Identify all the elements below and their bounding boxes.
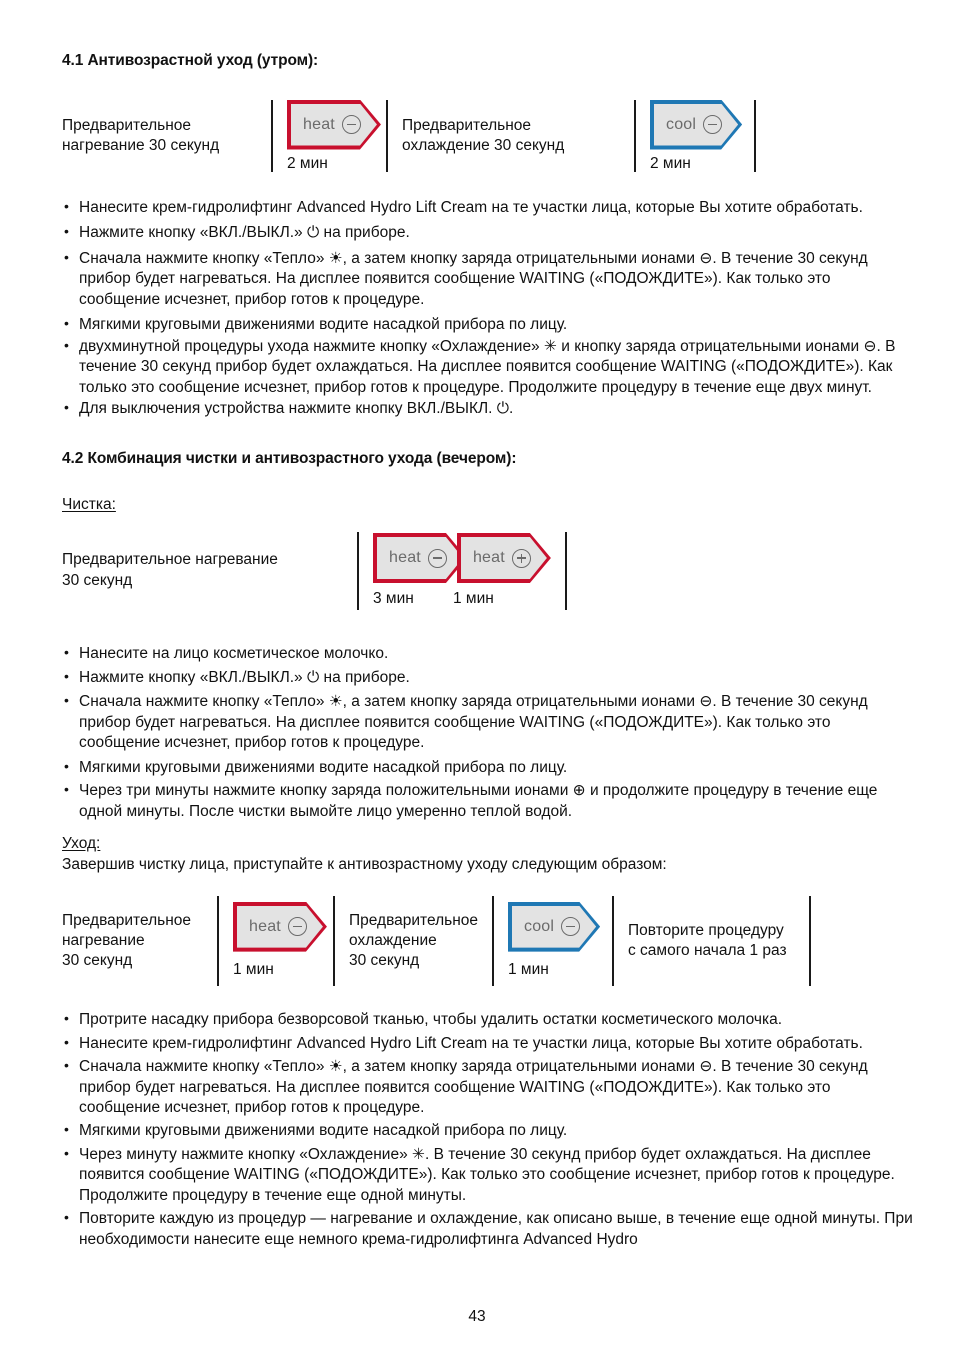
diagram-column-text: Предварительное охлаждение 30 секунд — [388, 100, 636, 172]
list-item: Сначала нажмите кнопку «Тепло» ☀, а зате… — [62, 691, 914, 753]
badge-label: cool — [666, 115, 697, 133]
negative-ion-icon — [703, 115, 722, 134]
list-item: Для выключения устройства нажмите кнопку… — [62, 398, 914, 419]
list-item: Протрите насадку прибора безворсовой тка… — [62, 1009, 914, 1030]
diagram-evening-care: Предварительное нагревание 30 секунд hea… — [62, 896, 914, 987]
section-4-2-title: 4.2 Комбинация чистки и антивозрастного … — [62, 449, 517, 467]
list-item: Повторите каждую из процедур — нагревани… — [62, 1208, 914, 1250]
list-item: Через минуту нажмите кнопку «Охлаждение»… — [62, 1144, 914, 1206]
bullet-list-morning: Нанесите крем-гидролифтинг Advanced Hydr… — [62, 197, 914, 420]
diagram-text-line: Предварительное — [62, 911, 191, 929]
badge-label: cool — [524, 917, 555, 935]
care-subheading: Уход: — [62, 835, 101, 853]
list-item: Нажмите кнопку «ВКЛ./ВЫКЛ.» ⏻ на приборе… — [62, 222, 914, 243]
page-number: 43 — [468, 1308, 486, 1325]
diagram-text-line: Повторите процедуру — [628, 922, 784, 940]
diagram-text-line: 30 секунд — [62, 952, 133, 970]
diagram-text-line: Предварительное нагревание — [62, 551, 278, 569]
cool-chevron-badge: cool — [650, 100, 742, 150]
negative-ion-icon — [288, 917, 307, 936]
list-item: Нанесите на лицо косметическое молочко. — [62, 643, 914, 664]
cool-chevron-badge: cool — [508, 902, 600, 952]
diagram-text-line: охлаждение — [349, 932, 437, 950]
list-item: Нанесите крем-гидролифтинг Advanced Hydr… — [62, 197, 914, 218]
diagram-column-text: Предварительное нагревание 30 секунд — [62, 896, 219, 987]
badge-duration: 2 мин — [650, 154, 691, 172]
diagram-text-line: 30 секунд — [349, 952, 420, 970]
diagram-text-line: охлаждение 30 секунд — [402, 137, 565, 154]
diagram-column-text: Предварительное нагревание 30 секунд — [62, 100, 273, 172]
list-item: Сначала нажмите кнопку «Тепло» ☀, а зате… — [62, 248, 914, 310]
heat-chevron-badge: heat — [233, 902, 327, 952]
list-item: Мягкими круговыми движениями водите наса… — [62, 1120, 914, 1141]
bullet-list-cleaning: Нанесите на лицо косметическое молочко. … — [62, 643, 914, 823]
badge-label: heat — [472, 549, 505, 567]
badge-duration: 2 мин — [287, 154, 328, 172]
diagram-cleaning: Предварительное нагревание 30 секунд hea… — [62, 531, 914, 610]
diagram-column-text: Повторите процедуру с самого начала 1 ра… — [614, 896, 811, 987]
diagram-column-badge-pair: heat heat 3 мин 1 мин — [359, 531, 567, 610]
list-item: двухминутной процедуры ухода нажмите кно… — [62, 336, 914, 398]
heat-chevron-badge: heat — [287, 100, 381, 150]
diagram-column-badge-heat: heat 1 мин — [219, 896, 335, 987]
diagram-text-line: с самого начала 1 раз — [628, 942, 787, 960]
bullet-list-evening-care: Протрите насадку прибора безворсовой тка… — [62, 1009, 914, 1250]
badge-label: heat — [249, 917, 281, 935]
diagram-column-badge-heat: heat 2 мин — [273, 100, 388, 172]
diagram-morning-routine: Предварительное нагревание 30 секунд hea… — [62, 100, 914, 172]
diagram-column-badge-cool: cool 2 мин — [636, 100, 756, 172]
badge-duration: 1 мин — [508, 960, 549, 978]
positive-ion-icon — [512, 549, 531, 568]
list-item: Мягкими круговыми движениями водите наса… — [62, 314, 914, 335]
heat-chevron-badge: heat — [373, 533, 467, 583]
section-4-1-title: 4.1 Антивозрастной уход (утром): — [62, 52, 319, 69]
list-item: Нанесите крем-гидролифтинг Advanced Hydr… — [62, 1033, 914, 1054]
negative-ion-icon — [428, 549, 447, 568]
badge-duration: 3 мин — [373, 590, 414, 608]
badge-label: heat — [303, 115, 335, 133]
list-item: Нажмите кнопку «ВКЛ./ВЫКЛ.» ⏻ на приборе… — [62, 667, 914, 688]
manual-page: 4.1 Антивозрастной уход (утром): Предвар… — [0, 0, 954, 1354]
diagram-column-badge-cool: cool 1 мин — [494, 896, 614, 987]
diagram-text-line: Предварительное — [62, 116, 191, 134]
badge-duration: 1 мин — [233, 960, 274, 978]
badge-duration: 1 мин — [453, 590, 494, 608]
cleaning-subheading: Чистка: — [62, 495, 116, 513]
negative-ion-icon — [561, 917, 580, 936]
diagram-text-line: Предварительное — [349, 911, 478, 929]
diagram-text-line: нагревание — [62, 932, 145, 950]
diagram-text-line: нагревание 30 секунд — [62, 137, 220, 154]
care-intro-text: Завершив чистку лица, приступайте к анти… — [62, 856, 667, 874]
list-item: Через три минуты нажмите кнопку заряда п… — [62, 780, 914, 822]
list-item: Мягкими круговыми движениями водите наса… — [62, 757, 914, 778]
heat-chevron-badge: heat — [457, 533, 551, 583]
negative-ion-icon — [342, 115, 361, 134]
diagram-column-text: Предварительное охлаждение 30 секунд — [335, 896, 494, 987]
diagram-text-line: 30 секунд — [62, 571, 133, 589]
diagram-text-line: Предварительное — [402, 116, 531, 134]
diagram-column-text: Предварительное нагревание 30 секунд — [62, 531, 359, 610]
list-item: Сначала нажмите кнопку «Тепло» ☀, а зате… — [62, 1056, 914, 1118]
badge-label: heat — [389, 549, 421, 567]
